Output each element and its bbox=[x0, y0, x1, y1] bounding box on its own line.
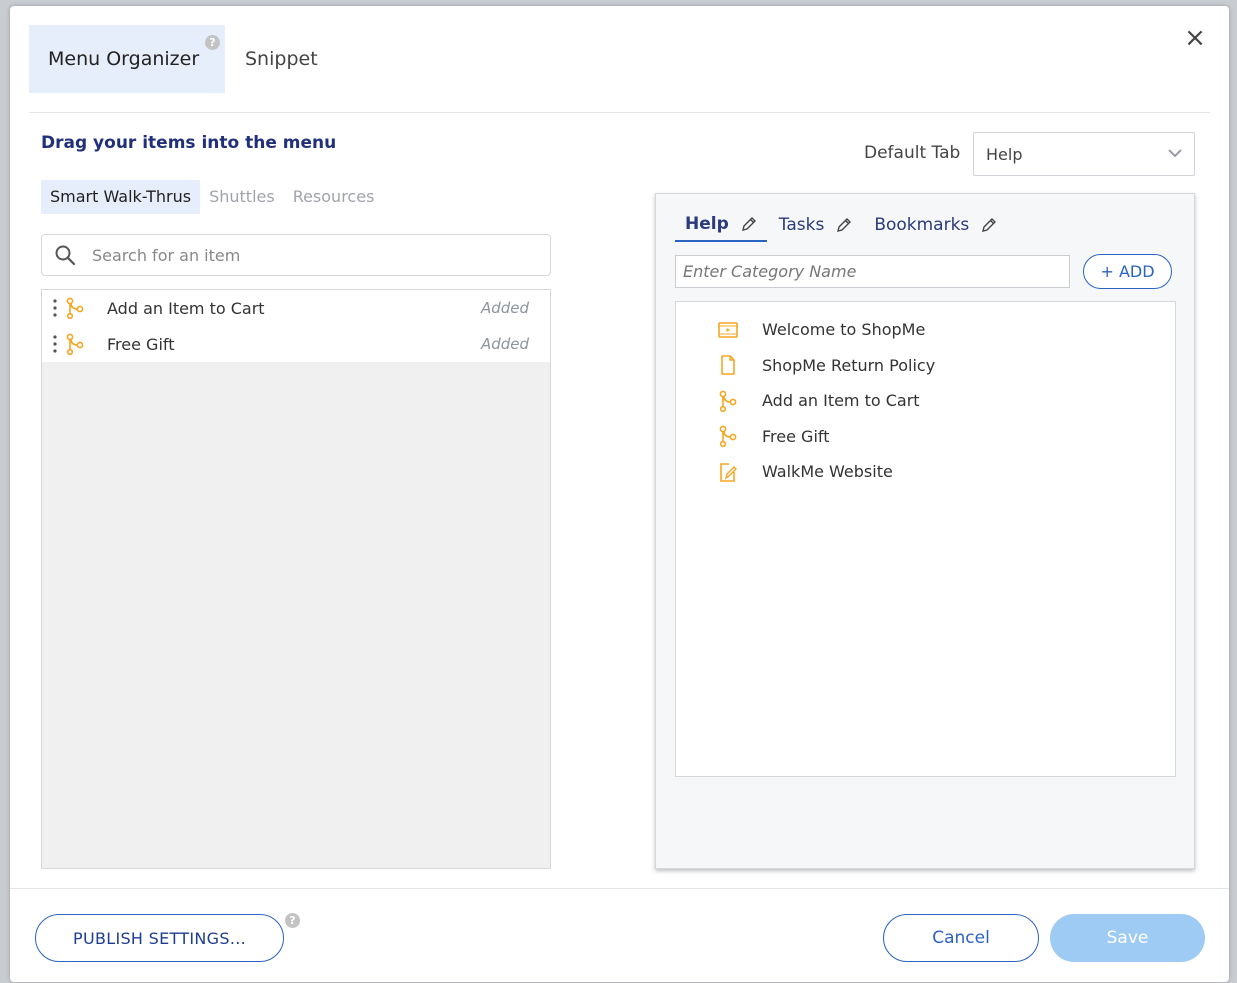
list-item[interactable]: Add an Item to Cart Added bbox=[42, 290, 550, 326]
list-item[interactable]: Free Gift Added bbox=[42, 326, 550, 362]
category-name-input[interactable] bbox=[675, 255, 1070, 288]
default-tab-select[interactable]: Help bbox=[973, 132, 1195, 176]
search-icon bbox=[55, 245, 76, 266]
list-item[interactable]: ShopMe Return Policy bbox=[676, 348, 1175, 384]
publish-settings-button[interactable]: PUBLISH SETTINGS... bbox=[35, 914, 284, 962]
walkthru-icon bbox=[66, 297, 84, 319]
menu-item-list: Welcome to ShopMe ShopMe Return Policy A… bbox=[675, 301, 1176, 777]
tab-tasks[interactable]: Tasks bbox=[769, 208, 863, 242]
list-item-label: ShopMe Return Policy bbox=[762, 355, 936, 375]
save-button[interactable]: Save bbox=[1050, 914, 1205, 962]
divider bbox=[29, 112, 1210, 113]
cancel-button[interactable]: Cancel bbox=[883, 914, 1039, 962]
chevron-down-icon bbox=[1168, 149, 1182, 158]
menu-tabs: Help Tasks Bookmarks bbox=[675, 208, 1009, 243]
tab-snippet[interactable]: Snippet bbox=[225, 25, 338, 93]
item-list: Add an Item to Cart Added Free Gift Adde… bbox=[41, 289, 551, 869]
add-category-button[interactable]: + ADD bbox=[1083, 254, 1172, 289]
pencil-icon[interactable] bbox=[836, 217, 852, 233]
close-icon[interactable]: × bbox=[1183, 25, 1207, 51]
list-item-label: Welcome to ShopMe bbox=[762, 320, 926, 340]
list-item-label: Free Gift bbox=[762, 426, 830, 446]
video-icon bbox=[718, 321, 738, 338]
item-type-tabs: Smart Walk-Thrus Shuttles Resources bbox=[41, 180, 383, 214]
default-tab-label: Default Tab bbox=[864, 143, 961, 163]
walkthru-icon bbox=[719, 390, 737, 412]
section-heading: Drag your items into the menu bbox=[41, 133, 337, 153]
tab-help-label: Help bbox=[685, 214, 729, 234]
pencil-icon[interactable] bbox=[981, 217, 997, 233]
search-box bbox=[41, 234, 551, 276]
list-item[interactable]: WalkMe Website bbox=[676, 454, 1175, 490]
list-item[interactable]: Free Gift bbox=[676, 419, 1175, 455]
tab-help[interactable]: Help bbox=[675, 208, 767, 242]
tab-resources[interactable]: Resources bbox=[284, 180, 384, 214]
walkthru-icon bbox=[719, 425, 737, 448]
list-item-label: WalkMe Website bbox=[762, 462, 893, 482]
divider bbox=[10, 888, 1229, 889]
tab-tasks-label: Tasks bbox=[778, 215, 825, 235]
list-item-label: Free Gift bbox=[107, 334, 175, 354]
menu-preview-panel: Help Tasks Bookmarks Enter Category Name… bbox=[655, 193, 1195, 869]
tab-bookmarks-label: Bookmarks bbox=[874, 215, 970, 235]
tab-menu-organizer[interactable]: Menu Organizer ? bbox=[29, 25, 225, 93]
walkthru-icon bbox=[66, 333, 84, 355]
pencil-icon[interactable] bbox=[741, 216, 757, 232]
drag-handle-icon[interactable] bbox=[51, 334, 59, 354]
drag-handle-icon[interactable] bbox=[51, 298, 59, 318]
list-item-label: Add an Item to Cart bbox=[762, 391, 920, 411]
status-badge: Added bbox=[480, 335, 529, 353]
help-icon[interactable]: ? bbox=[285, 913, 300, 928]
help-icon[interactable]: ? bbox=[205, 35, 220, 50]
default-tab-value: Help bbox=[986, 144, 1023, 164]
tab-menu-organizer-label: Menu Organizer bbox=[48, 48, 200, 70]
tab-bookmarks[interactable]: Bookmarks bbox=[864, 208, 1007, 242]
search-input[interactable] bbox=[92, 245, 550, 265]
tab-snippet-label: Snippet bbox=[245, 48, 318, 70]
document-icon bbox=[721, 355, 735, 376]
tab-shuttles[interactable]: Shuttles bbox=[200, 180, 284, 214]
menu-organizer-dialog: Menu Organizer ? Snippet × Drag your ite… bbox=[10, 6, 1229, 982]
top-tabs: Menu Organizer ? Snippet bbox=[29, 25, 338, 93]
link-icon bbox=[720, 462, 737, 482]
tab-smart-walk-thrus[interactable]: Smart Walk-Thrus bbox=[41, 180, 201, 214]
status-badge: Added bbox=[480, 299, 529, 317]
list-item[interactable]: Add an Item to Cart bbox=[676, 383, 1175, 419]
list-item-label: Add an Item to Cart bbox=[107, 298, 265, 318]
list-item[interactable]: Welcome to ShopMe bbox=[676, 312, 1175, 348]
